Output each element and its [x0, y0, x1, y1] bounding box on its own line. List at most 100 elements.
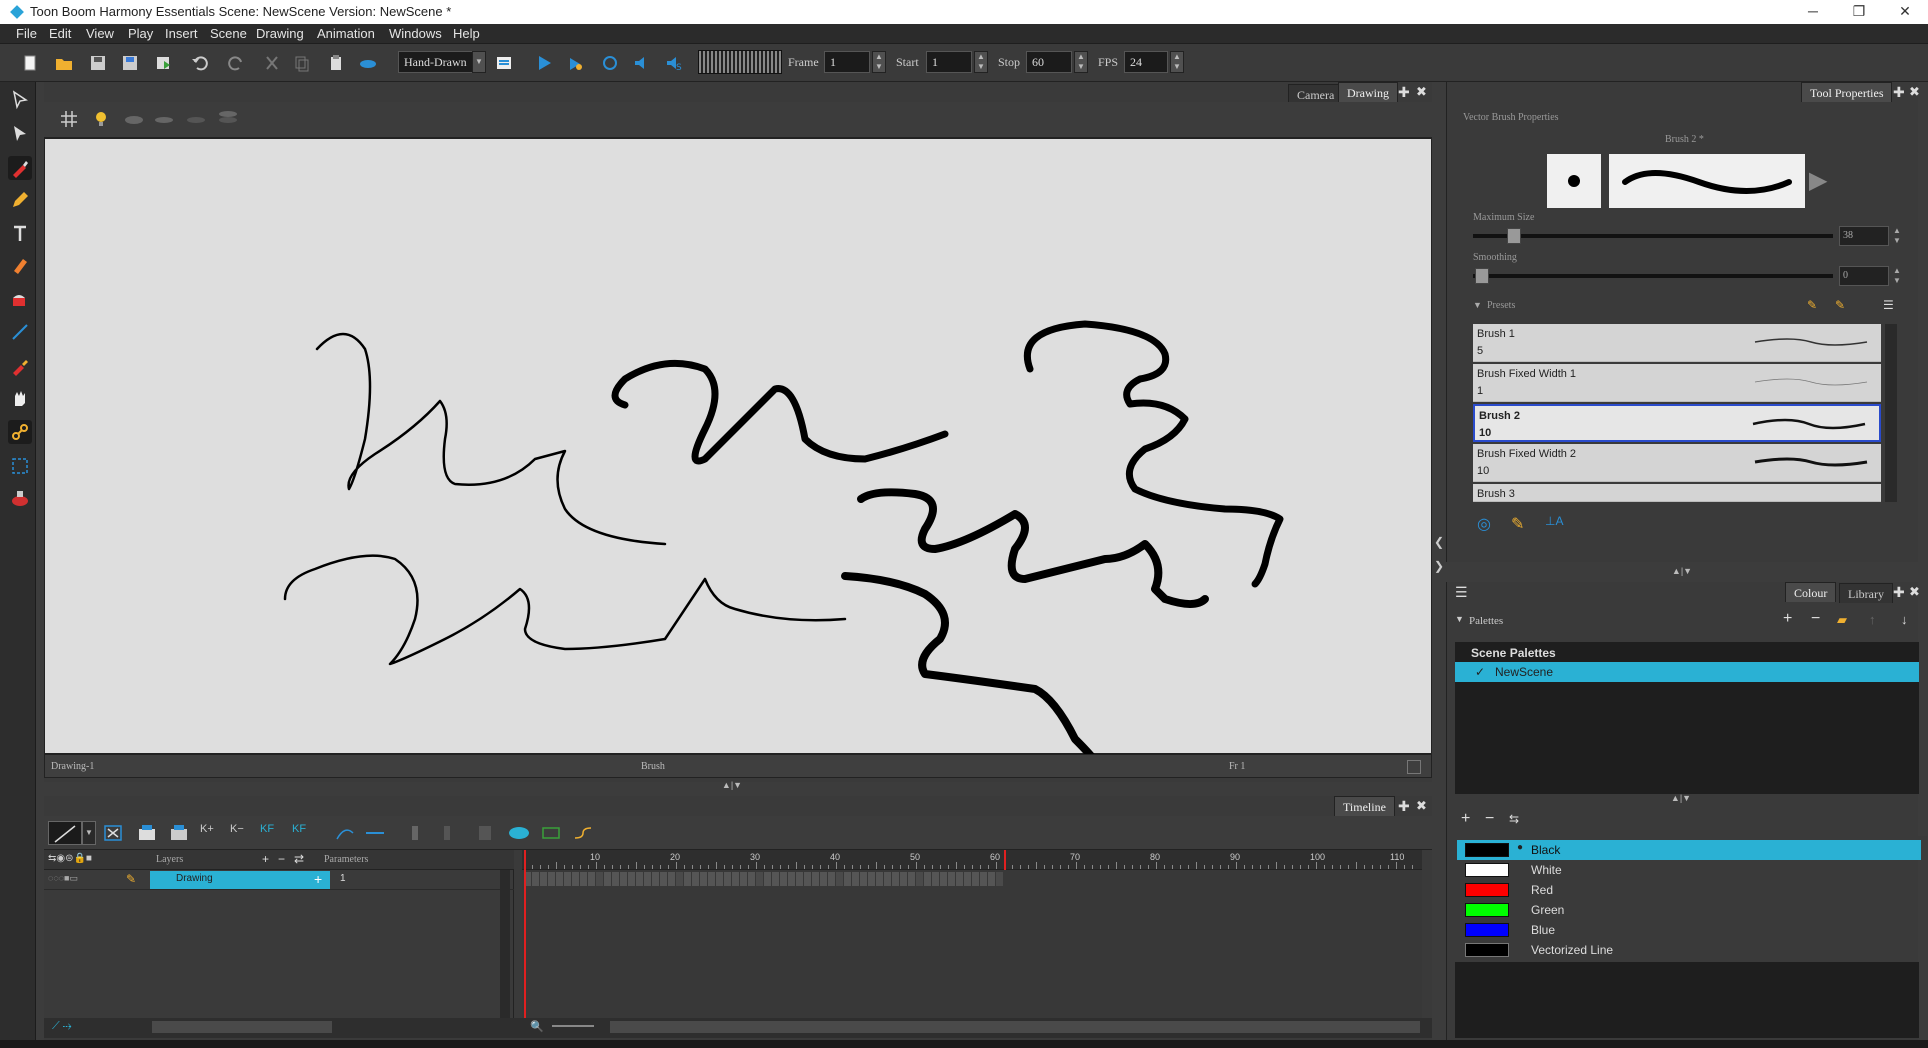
frame-cell[interactable] — [764, 872, 771, 886]
frame-cell[interactable] — [580, 872, 587, 886]
colour-swatch-black[interactable]: ● Black — [1457, 840, 1921, 860]
flip-icon[interactable] — [540, 823, 562, 843]
copy-icon[interactable] — [292, 53, 312, 73]
restore-button[interactable]: ❐ — [1836, 0, 1882, 24]
add-layer-small-icon[interactable]: + — [262, 852, 269, 866]
brush-line-icon[interactable] — [48, 821, 82, 845]
menu-view[interactable]: View — [86, 26, 114, 41]
frame-cell[interactable] — [812, 872, 819, 886]
palettes-collapse-icon[interactable]: ▼ — [1455, 614, 1464, 624]
onion-skin-icon[interactable] — [358, 53, 378, 73]
add-panel-icon[interactable]: ✚ — [1893, 84, 1905, 101]
remove-colour-icon[interactable]: − — [1485, 810, 1494, 828]
add-sublayer-icon[interactable]: + — [314, 871, 322, 887]
layers-horizontal-scrollbar[interactable] — [152, 1021, 332, 1033]
remove-keyframe-icon[interactable]: K− — [230, 823, 252, 843]
tab-library[interactable]: Library — [1839, 583, 1893, 603]
frame-cell[interactable] — [932, 872, 939, 886]
frame-ruler[interactable]: 10 20 30 40 50 60 70 80 90 100 110 — [522, 850, 1422, 870]
stop-field[interactable]: 60 — [1026, 51, 1072, 73]
view-splitter-handle[interactable]: ▲|▼ — [712, 781, 752, 791]
frame-cell[interactable] — [956, 872, 963, 886]
frame-cell[interactable] — [564, 872, 571, 886]
colour-swatch-green[interactable]: Green — [1457, 900, 1921, 920]
onion-skin-timeline-icon[interactable] — [508, 823, 530, 843]
layer-menu-icon[interactable]: ⇄ — [294, 852, 304, 866]
maximum-size-slider[interactable] — [1473, 234, 1833, 238]
frame-cell[interactable] — [636, 872, 643, 886]
frame-cell[interactable] — [532, 872, 539, 886]
rigging-tool-icon[interactable] — [8, 420, 32, 444]
frame-cell[interactable] — [876, 872, 883, 886]
fps-spinner[interactable]: ▲ ▼ — [1170, 51, 1184, 73]
grid-icon[interactable] — [60, 110, 78, 128]
reduce-exposure-icon[interactable] — [438, 823, 460, 843]
frame-cell[interactable] — [676, 872, 683, 886]
colour-swatch-red[interactable]: Red — [1457, 880, 1921, 900]
palette-item-newscene[interactable]: ✓ NewScene — [1455, 662, 1919, 682]
line-tool-icon[interactable] — [8, 320, 32, 344]
frame-cell[interactable] — [556, 872, 563, 886]
play-selection-icon[interactable] — [566, 53, 586, 73]
add-palette-icon[interactable]: + — [1783, 610, 1792, 628]
close-colour-panel-icon[interactable]: ✖ — [1909, 584, 1920, 600]
layers-scrollbar[interactable] — [500, 870, 510, 1018]
frame-cell[interactable] — [772, 872, 779, 886]
menu-insert[interactable]: Insert — [165, 26, 198, 41]
frame-cell[interactable] — [732, 872, 739, 886]
eraser-tool-icon[interactable] — [8, 254, 32, 278]
frame-cell[interactable] — [804, 872, 811, 886]
frame-cell[interactable] — [780, 872, 787, 886]
add-colour-icon[interactable]: + — [1461, 810, 1470, 828]
frame-cell[interactable] — [604, 872, 611, 886]
colour-swatch-blue[interactable]: Blue — [1457, 920, 1921, 940]
stop-spinner[interactable]: ▲ ▼ — [1074, 51, 1088, 73]
smoothing-spinner[interactable]: ▲ ▼ — [1893, 266, 1901, 286]
frame-cell[interactable] — [716, 872, 723, 886]
frame-cell[interactable] — [916, 872, 923, 886]
frame-cell[interactable] — [628, 872, 635, 886]
menu-edit[interactable]: Edit — [49, 26, 71, 41]
frame-cell[interactable] — [852, 872, 859, 886]
light-table-icon[interactable] — [494, 53, 514, 73]
tab-drawing[interactable]: Drawing — [1338, 82, 1398, 102]
frame-cell[interactable] — [924, 872, 931, 886]
layer-name-cell[interactable]: Drawing + — [150, 871, 330, 889]
colour-options-icon[interactable]: ⇆ — [1509, 812, 1519, 826]
close-view-icon[interactable]: ✖ — [1416, 84, 1427, 100]
layer-visibility-icon[interactable]: ◌◌◌■▭ — [48, 873, 78, 884]
mode-dropdown-arrow[interactable]: ▼ — [472, 51, 486, 73]
start-field[interactable]: 1 — [926, 51, 972, 73]
pencil-tool-icon[interactable] — [8, 188, 32, 212]
panel-collapse-arrows-icon[interactable]: ❮ ❯ — [1432, 530, 1446, 582]
frame-cells-row[interactable] — [522, 870, 1422, 890]
maximum-size-spinner[interactable]: ▲ ▼ — [1893, 226, 1901, 246]
auto-flatten-icon[interactable]: ◎ — [1477, 514, 1491, 534]
add-view-icon[interactable]: ✚ — [1398, 84, 1410, 101]
frame-cell[interactable] — [652, 872, 659, 886]
onion-skin-next-icon[interactable] — [186, 110, 206, 128]
open-folder-icon[interactable] — [54, 53, 74, 73]
preset-brush-fixed-width-2[interactable]: Brush Fixed Width 2 10 — [1473, 444, 1881, 482]
dropper-tool-icon[interactable] — [8, 354, 32, 378]
frame-cell[interactable] — [892, 872, 899, 886]
tab-timeline[interactable]: Timeline — [1334, 796, 1395, 816]
onion-skin-previous-icon[interactable] — [124, 110, 144, 128]
keyframe-in-icon[interactable]: KF — [260, 823, 282, 843]
new-scene-icon[interactable] — [20, 53, 40, 73]
close-timeline-icon[interactable]: ✖ — [1416, 798, 1427, 814]
frames-horizontal-scrollbar[interactable] — [610, 1021, 1420, 1033]
close-window-button[interactable]: ✕ — [1882, 0, 1928, 24]
hand-tool-icon[interactable] — [8, 386, 32, 410]
add-keyframe-icon[interactable]: K+ — [200, 823, 222, 843]
colour-swatch-vectorized-line[interactable]: Vectorized Line — [1457, 940, 1921, 960]
minimize-button[interactable]: ─ — [1790, 0, 1836, 24]
pressure-sensitivity-icon[interactable]: ⊥A — [1545, 514, 1563, 528]
stroke-preview-expand-icon[interactable]: ▶ — [1809, 156, 1827, 206]
timeline-bottom-scrollbar[interactable]: ⟋ ⇢ 🔍 — [44, 1018, 1432, 1038]
timeline-zoom-slider[interactable] — [552, 1025, 594, 1027]
layer-toggles-icon[interactable]: ⇆◉⊜🔒■ — [48, 853, 92, 864]
frame-cell[interactable] — [940, 872, 947, 886]
frame-cell[interactable] — [796, 872, 803, 886]
frame-cell[interactable] — [844, 872, 851, 886]
